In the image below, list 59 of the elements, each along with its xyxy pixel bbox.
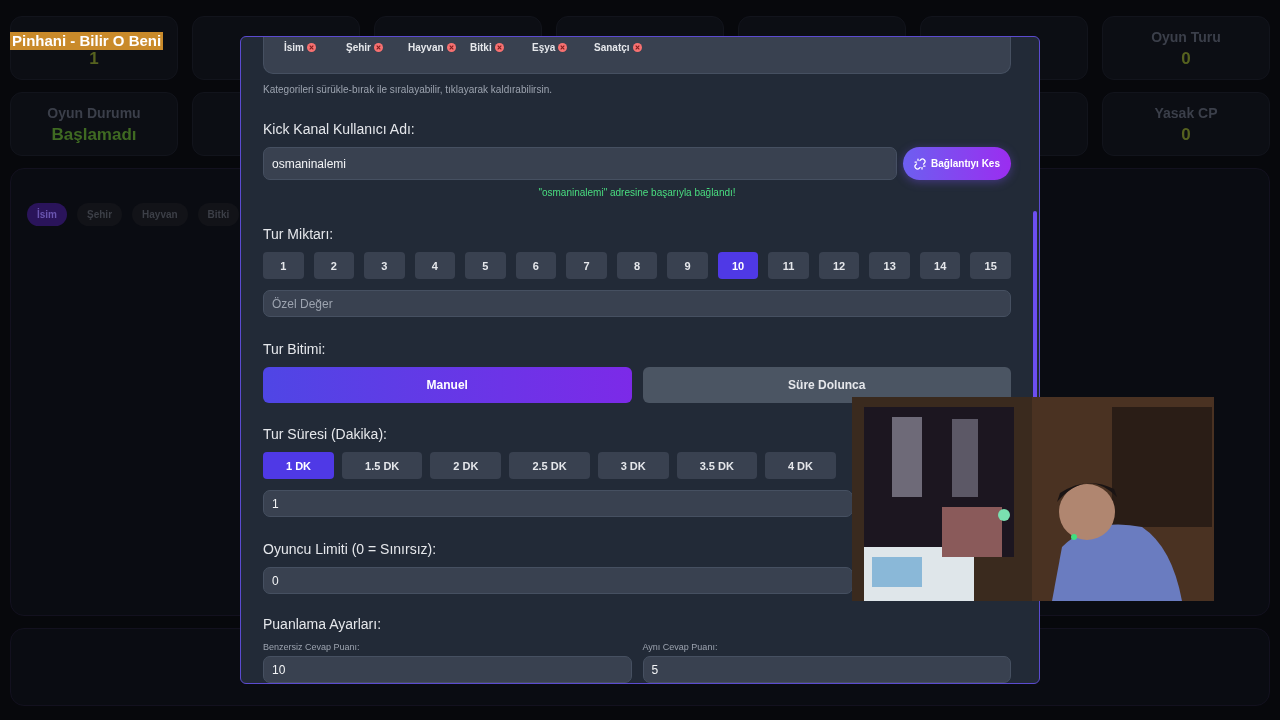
disconnect-button[interactable]: Bağlantıyı Kes: [903, 147, 1011, 180]
round-count-option[interactable]: 1: [263, 252, 304, 279]
field-label: Tur Miktarı:: [263, 226, 335, 242]
score-input[interactable]: 5: [642, 656, 1011, 683]
score-label: Benzersiz Cevap Puanı:: [263, 642, 361, 652]
category-chip[interactable]: Sanatçı: [594, 42, 630, 53]
round-count-option[interactable]: 3: [364, 252, 405, 279]
custom-value-input[interactable]: Özel Değer: [263, 290, 1011, 317]
round-count-option[interactable]: 2: [313, 252, 355, 279]
round-count-option[interactable]: 14: [919, 252, 961, 279]
stat-value: 0: [1181, 125, 1191, 145]
round-count-option[interactable]: 6: [515, 252, 557, 279]
round-count-option[interactable]: 10: [717, 252, 759, 279]
field-label: Tur Bitimi:: [263, 341, 327, 357]
score-label: Aynı Cevap Puanı:: [642, 642, 719, 652]
username-input[interactable]: osmaninalemi: [263, 147, 898, 180]
category-chip[interactable]: Bitki: [470, 42, 492, 53]
category-chip[interactable]: Şehir: [346, 42, 371, 53]
field-label: Tur Süresi (Dakika):: [263, 426, 388, 442]
category-chip[interactable]: İsim: [284, 42, 304, 53]
remove-icon[interactable]: [446, 43, 456, 52]
remove-icon[interactable]: [494, 43, 504, 52]
field-label: Puanlama Ayarları:: [263, 616, 383, 632]
round-count-option[interactable]: 12: [818, 252, 860, 279]
duration-input[interactable]: 1: [263, 490, 853, 517]
stat-value: 0: [1181, 49, 1191, 69]
round-count-option[interactable]: 7: [566, 252, 607, 279]
remove-icon[interactable]: [307, 43, 316, 52]
duration-option[interactable]: 2 DK: [430, 452, 502, 479]
remove-icon[interactable]: [632, 43, 642, 52]
success-message: "osmaninalemi" adresine başarıyla bağlandı!: [537, 187, 737, 198]
round-count-option[interactable]: 9: [667, 252, 708, 279]
category-chip[interactable]: Hayvan: [408, 42, 444, 53]
round-end-option[interactable]: Süre Dolunca: [642, 367, 1011, 403]
now-playing-label: Pinhani - Bilir O Beni: [10, 32, 164, 50]
field-label: Kick Kanal Kullanıcı Adı:: [263, 121, 416, 137]
duration-option[interactable]: 1.5 DK: [342, 452, 423, 479]
score-input[interactable]: 10: [263, 656, 632, 683]
duration-option[interactable]: 2.5 DK: [509, 452, 590, 479]
round-count-option[interactable]: 8: [616, 252, 658, 279]
duration-option[interactable]: 3.5 DK: [676, 452, 757, 479]
stat-value: 1: [89, 49, 99, 69]
duration-option[interactable]: 3 DK: [597, 452, 669, 479]
round-count-option[interactable]: 11: [768, 252, 809, 279]
unlink-icon: [914, 157, 927, 170]
round-end-option[interactable]: Manuel: [263, 367, 632, 403]
round-count-option[interactable]: 4: [414, 252, 456, 279]
remove-icon[interactable]: [558, 43, 568, 52]
round-count-option[interactable]: 13: [869, 252, 910, 279]
player-limit-input[interactable]: 0: [263, 567, 853, 594]
remove-icon[interactable]: [374, 43, 383, 52]
round-count-option[interactable]: 5: [465, 252, 506, 279]
category-chip[interactable]: Eşya: [532, 42, 556, 53]
duration-option[interactable]: 1 DK: [263, 452, 335, 479]
round-count-option[interactable]: 15: [970, 252, 1011, 279]
field-label: Oyuncu Limiti (0 = Sınırsız):: [263, 541, 438, 557]
stat-value: Başlamadı: [51, 125, 137, 145]
hint-text: Kategorileri sürükle-bırak ile sıralayabilir, tıklayarak kaldırabilirsin.: [263, 84, 553, 95]
duration-option[interactable]: 4 DK: [764, 452, 836, 479]
